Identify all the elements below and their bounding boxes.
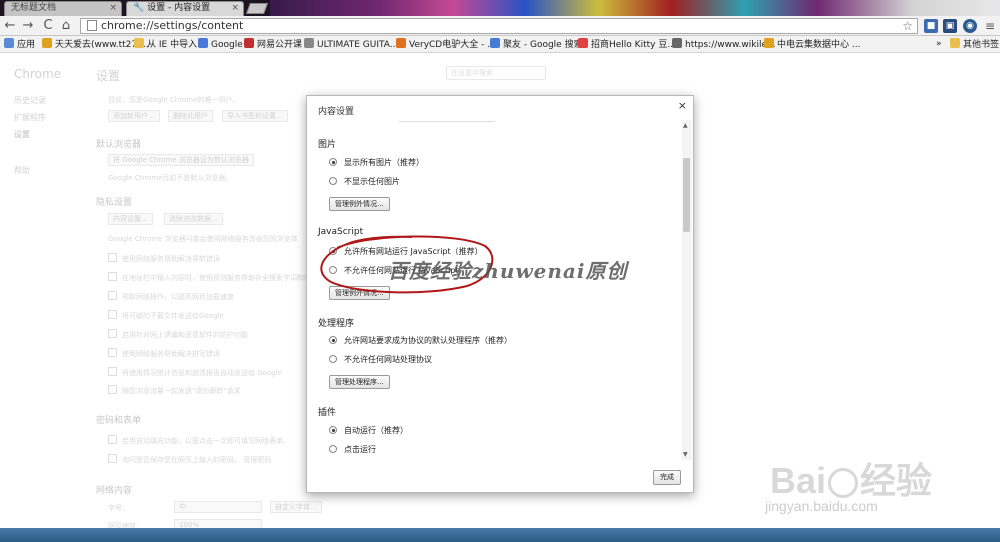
radio-selected-icon (329, 336, 337, 344)
bookmark-icon (396, 38, 406, 48)
bookmark-star-icon[interactable]: ☆ (902, 19, 913, 33)
tab-title: 设置 - 内容设置 (147, 3, 211, 13)
url-text: chrome://settings/content (101, 19, 244, 32)
javascript-manage-exceptions-button[interactable]: 管理例外情况... (329, 286, 390, 300)
bookmark-icon (244, 38, 254, 48)
back-button[interactable]: ← (2, 18, 18, 34)
bookmark-icon (42, 38, 52, 48)
bookmark-item[interactable]: 从 IE 中导入 (134, 38, 197, 51)
bookmark-icon (672, 38, 682, 48)
tab-strip: 无标题文档 × 🔧 设置 - 内容设置 × (0, 0, 1000, 16)
bookmarks-bar: 应用 天天爱去(www.tt27.... 从 IE 中导入 Google 网易公… (0, 36, 1000, 53)
paw-icon (828, 468, 859, 499)
browser-toolbar: ← → C ⌂ chrome://settings/content ☆ ■ ▣ … (0, 16, 1000, 36)
tab-close-icon[interactable]: × (231, 2, 239, 15)
images-heading: 图片 (318, 140, 337, 150)
watermark-text: 百度经验zhuwenai原创 (388, 259, 628, 283)
radio-selected-icon (329, 426, 337, 434)
handlers-heading: 处理程序 (318, 319, 355, 329)
bookmark-item[interactable]: 招商Hello Kitty 豆... (578, 38, 676, 51)
done-button[interactable]: 完成 (653, 470, 681, 485)
bookmark-item[interactable]: VeryCD电驴大全 - ... (396, 38, 496, 51)
bookmark-item[interactable]: 天天爱去(www.tt27.... (42, 38, 149, 51)
wrench-icon: 🔧 (133, 3, 145, 13)
bookmark-icon (764, 38, 774, 48)
bookmarks-overflow-chevron[interactable]: » (936, 38, 942, 51)
javascript-heading: JavaScript (318, 227, 364, 237)
tab-settings-content[interactable]: 🔧 设置 - 内容设置 × (126, 1, 244, 16)
bookmark-other[interactable]: 其他书签 (950, 38, 999, 51)
content-settings-dialog: 内容设置 × 图片 显示所有图片（推荐） 不显示任何图片 管理例外情况... J… (306, 95, 694, 493)
radio-selected-icon (329, 158, 337, 166)
bookmark-icon (304, 38, 314, 48)
google-icon (198, 38, 208, 48)
dialog-title: 内容设置 (318, 107, 355, 117)
manage-handlers-button[interactable]: 管理处理程序... (329, 375, 390, 389)
reload-button[interactable]: C (40, 18, 56, 34)
plugins-auto-run-radio[interactable]: 自动运行（推荐） (329, 426, 408, 436)
radio-icon (329, 355, 337, 363)
bookmark-icon (578, 38, 588, 48)
baidu-url: jingyan.baidu.com (765, 498, 878, 514)
os-taskbar (0, 528, 1000, 542)
images-block-all-radio[interactable]: 不显示任何图片 (329, 177, 400, 187)
dialog-scrollbar[interactable]: ▲ ▼ (682, 120, 692, 460)
radio-icon (329, 266, 337, 274)
radio-selected-icon (329, 247, 337, 255)
theme-background (270, 0, 1000, 16)
bookmark-item[interactable]: https://www.wikile... (672, 38, 776, 51)
folder-icon (950, 38, 960, 48)
extension-icon[interactable]: ■ (924, 19, 938, 33)
page-icon (87, 20, 97, 31)
apps-icon (4, 38, 14, 48)
new-tab-button[interactable] (245, 3, 269, 14)
bookmark-item[interactable]: 聚友 - Google 搜索 (490, 38, 583, 51)
forward-button[interactable]: → (20, 18, 36, 34)
radio-icon (329, 177, 337, 185)
scroll-down-icon[interactable]: ▼ (683, 451, 688, 458)
google-icon (490, 38, 500, 48)
dialog-body: 图片 显示所有图片（推荐） 不显示任何图片 管理例外情况... JavaScri… (307, 120, 687, 460)
extension-icon[interactable]: ◉ (963, 19, 977, 33)
baidu-logo: Bai 经验 (770, 460, 933, 501)
images-show-all-radio[interactable]: 显示所有图片（推荐） (329, 158, 424, 168)
scrollbar-thumb[interactable] (683, 158, 690, 232)
close-icon[interactable]: × (678, 99, 687, 112)
plugins-click-to-play-radio[interactable]: 点击运行 (329, 445, 376, 455)
handlers-allow-radio[interactable]: 允许网站要求成为协议的默认处理程序（推荐） (329, 336, 512, 346)
tab-untitled-document[interactable]: 无标题文档 × (4, 1, 122, 16)
bookmark-item[interactable]: ULTIMATE GUITA... (304, 38, 398, 51)
extension-icon[interactable]: ▣ (943, 19, 957, 33)
folder-icon (134, 38, 144, 48)
menu-icon[interactable]: ≡ (983, 19, 997, 33)
address-bar[interactable]: chrome://settings/content ☆ (80, 18, 918, 34)
images-manage-exceptions-button[interactable]: 管理例外情况... (329, 197, 390, 211)
bookmark-item[interactable]: 中电云集数据中心 ... (764, 38, 860, 51)
handlers-block-radio[interactable]: 不允许任何网站处理协议 (329, 355, 432, 365)
tab-title: 无标题文档 (11, 3, 57, 13)
home-button[interactable]: ⌂ (58, 18, 74, 34)
bookmark-item[interactable]: 网易公开课 (244, 38, 302, 51)
tab-close-icon[interactable]: × (109, 2, 117, 15)
radio-icon (329, 445, 337, 453)
divider (399, 121, 495, 122)
scroll-up-icon[interactable]: ▲ (683, 122, 688, 129)
plugins-heading: 插件 (318, 408, 337, 418)
bookmark-item[interactable]: Google (198, 38, 243, 51)
bookmark-apps[interactable]: 应用 (4, 38, 35, 51)
